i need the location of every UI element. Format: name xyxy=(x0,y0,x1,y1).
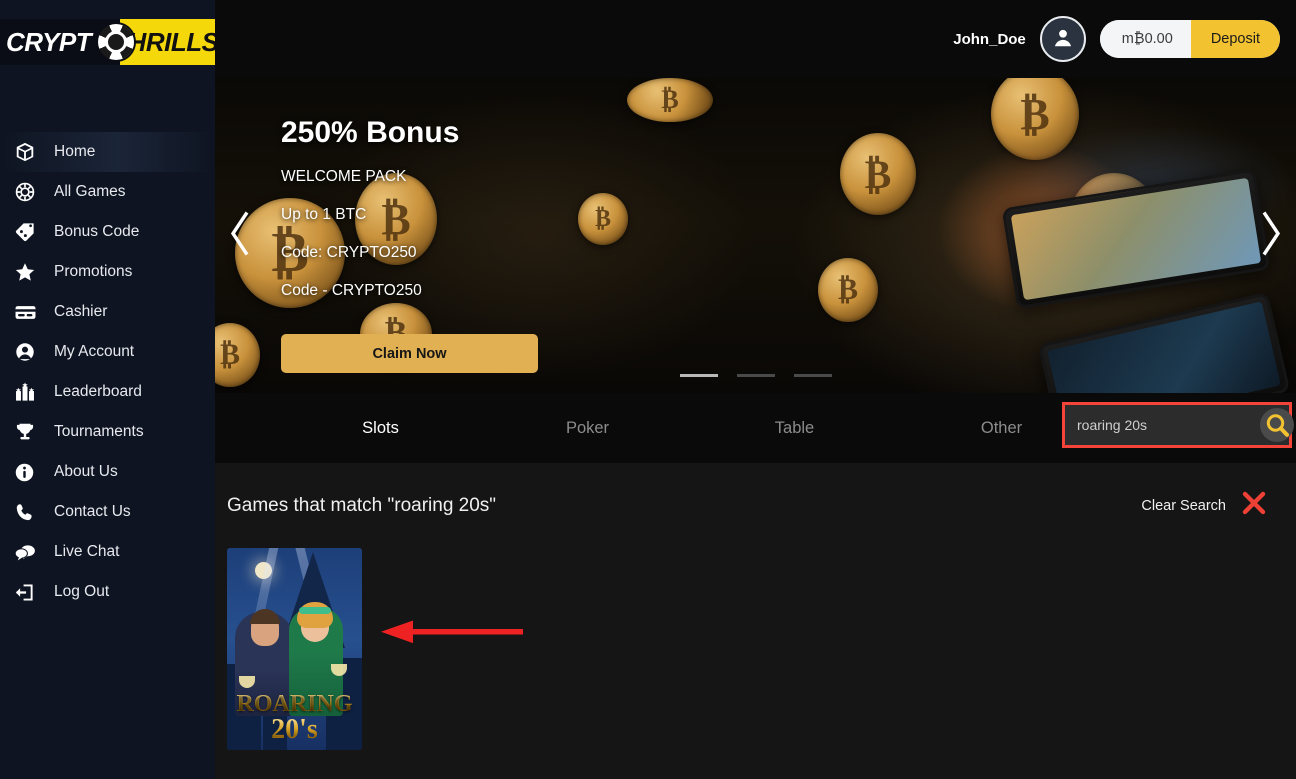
sidebar-item-label: Contact Us xyxy=(54,503,131,521)
chevron-left-icon[interactable] xyxy=(227,207,253,264)
balance-display[interactable]: m₿0.00 xyxy=(1099,20,1191,58)
tab-poker[interactable]: Poker xyxy=(484,419,691,438)
sidebar-item-tournaments[interactable]: Tournaments xyxy=(0,412,215,452)
close-x-icon xyxy=(1240,489,1268,522)
banner-title: 250% Bonus xyxy=(281,116,460,149)
sidebar-item-promotions[interactable]: Promotions xyxy=(0,252,215,292)
clear-search-label: Clear Search xyxy=(1141,497,1226,514)
carousel-dot-2[interactable] xyxy=(736,374,775,377)
sidebar-item-label: Live Chat xyxy=(54,543,120,561)
logo-text-crypto: CRYPT xyxy=(6,27,92,57)
poker-chip-icon xyxy=(98,24,134,60)
user-avatar-icon xyxy=(1050,24,1076,55)
sidebar-item-label: Bonus Code xyxy=(54,223,140,241)
banner-line-2: Up to 1 BTC xyxy=(281,206,367,223)
search-input[interactable] xyxy=(1065,416,1260,434)
star-icon xyxy=(14,260,44,284)
main-content: John_Doe m₿0.00 Deposit ₿ ₿ ₿ ₿ ₿ ₿ ₿ ₿ … xyxy=(215,0,1296,779)
sidebar-item-label: Tournaments xyxy=(54,423,144,441)
bitcoin-coin-icon: ₿ xyxy=(578,193,628,245)
phone-icon xyxy=(14,500,44,524)
sidebar-item-contact-us[interactable]: Contact Us xyxy=(0,492,215,532)
game-thumb-title: ROARING 20's xyxy=(227,692,362,744)
sidebar-item-my-account[interactable]: My Account xyxy=(0,332,215,372)
banner-line-1: WELCOME PACK xyxy=(281,168,407,185)
magnifier-icon xyxy=(1260,408,1294,442)
sidebar-item-about-us[interactable]: About Us xyxy=(0,452,215,492)
game-title-line-2: 20's xyxy=(227,716,362,744)
sidebar-item-live-chat[interactable]: Live Chat xyxy=(0,532,215,572)
sidebar-item-label: Leaderboard xyxy=(54,383,142,401)
chip-icon xyxy=(14,180,44,204)
tab-slots[interactable]: Slots xyxy=(277,419,484,438)
wallet: m₿0.00 Deposit xyxy=(1099,20,1280,58)
brand-logo[interactable]: CRYPT THRILLS xyxy=(0,0,215,78)
banner-copy: 250% Bonus WELCOME PACK Up to 1 BTC Code… xyxy=(281,116,538,373)
sidebar-item-leaderboard[interactable]: Leaderboard xyxy=(0,372,215,412)
sidebar-item-label: About Us xyxy=(54,463,118,481)
sidebar: CRYPT THRILLS Home All Games Bonus Code … xyxy=(0,0,215,779)
credit-card-icon xyxy=(14,300,44,324)
chat-bubble-icon xyxy=(14,540,44,564)
clear-search-button[interactable]: Clear Search xyxy=(1141,489,1268,522)
carousel-indicators xyxy=(215,374,1296,377)
chevron-right-icon[interactable] xyxy=(1258,207,1284,264)
sidebar-item-cashier[interactable]: Cashier xyxy=(0,292,215,332)
username-label: John_Doe xyxy=(953,30,1026,48)
sidebar-item-label: My Account xyxy=(54,343,135,361)
banner-line-3: Code: CRYPTO250 xyxy=(281,244,417,261)
sidebar-item-label: All Games xyxy=(54,183,126,201)
deposit-button[interactable]: Deposit xyxy=(1190,20,1280,58)
sidebar-item-label: Promotions xyxy=(54,263,133,281)
search-button[interactable] xyxy=(1260,405,1294,445)
game-thumb-headband xyxy=(299,607,331,614)
trophy-icon xyxy=(14,420,44,444)
sidebar-item-all-games[interactable]: All Games xyxy=(0,172,215,212)
sidebar-item-label: Log Out xyxy=(54,583,110,601)
bar-chart-icon xyxy=(14,380,44,404)
banner-line-4: Code - CRYPTO250 xyxy=(281,282,422,299)
sidebar-nav: Home All Games Bonus Code Promotions Cas… xyxy=(0,78,215,612)
avatar[interactable] xyxy=(1039,16,1086,62)
game-thumb-woman-hair xyxy=(297,602,333,628)
promo-banner-carousel: ₿ ₿ ₿ ₿ ₿ ₿ ₿ ₿ ₿ ₿ 250% Bonus WELCOME P… xyxy=(215,78,1296,393)
search-box xyxy=(1062,402,1294,448)
tags-icon xyxy=(14,220,44,244)
results-header: Games that match "roaring 20s" Clear Sea… xyxy=(227,489,1268,522)
user-icon xyxy=(14,340,44,364)
top-header: John_Doe m₿0.00 Deposit xyxy=(215,0,1296,78)
dice-icon xyxy=(14,140,44,164)
sidebar-item-home[interactable]: Home xyxy=(0,132,215,172)
carousel-dot-1[interactable] xyxy=(679,374,718,377)
info-icon xyxy=(14,460,44,484)
sidebar-item-label: Cashier xyxy=(54,303,108,321)
tab-table[interactable]: Table xyxy=(691,419,898,438)
sidebar-item-bonus-code[interactable]: Bonus Code xyxy=(0,212,215,252)
game-grid: ROARING 20's xyxy=(227,548,1268,750)
bitcoin-coin-icon: ₿ xyxy=(627,78,713,122)
results-title: Games that match "roaring 20s" xyxy=(227,494,497,516)
game-title-line-1: ROARING xyxy=(227,692,362,716)
claim-now-button[interactable]: Claim Now xyxy=(281,334,538,373)
carousel-dot-3[interactable] xyxy=(793,374,832,377)
logout-icon xyxy=(14,580,44,604)
search-results: Games that match "roaring 20s" Clear Sea… xyxy=(215,463,1296,750)
sidebar-item-label: Home xyxy=(54,143,96,161)
category-tab-bar: Slots Poker Table Other xyxy=(215,393,1296,463)
game-tile-roaring-20s[interactable]: ROARING 20's xyxy=(227,548,362,750)
sidebar-item-log-out[interactable]: Log Out xyxy=(0,572,215,612)
casino-page: CRYPT THRILLS Home All Games Bonus Code … xyxy=(0,0,1296,779)
